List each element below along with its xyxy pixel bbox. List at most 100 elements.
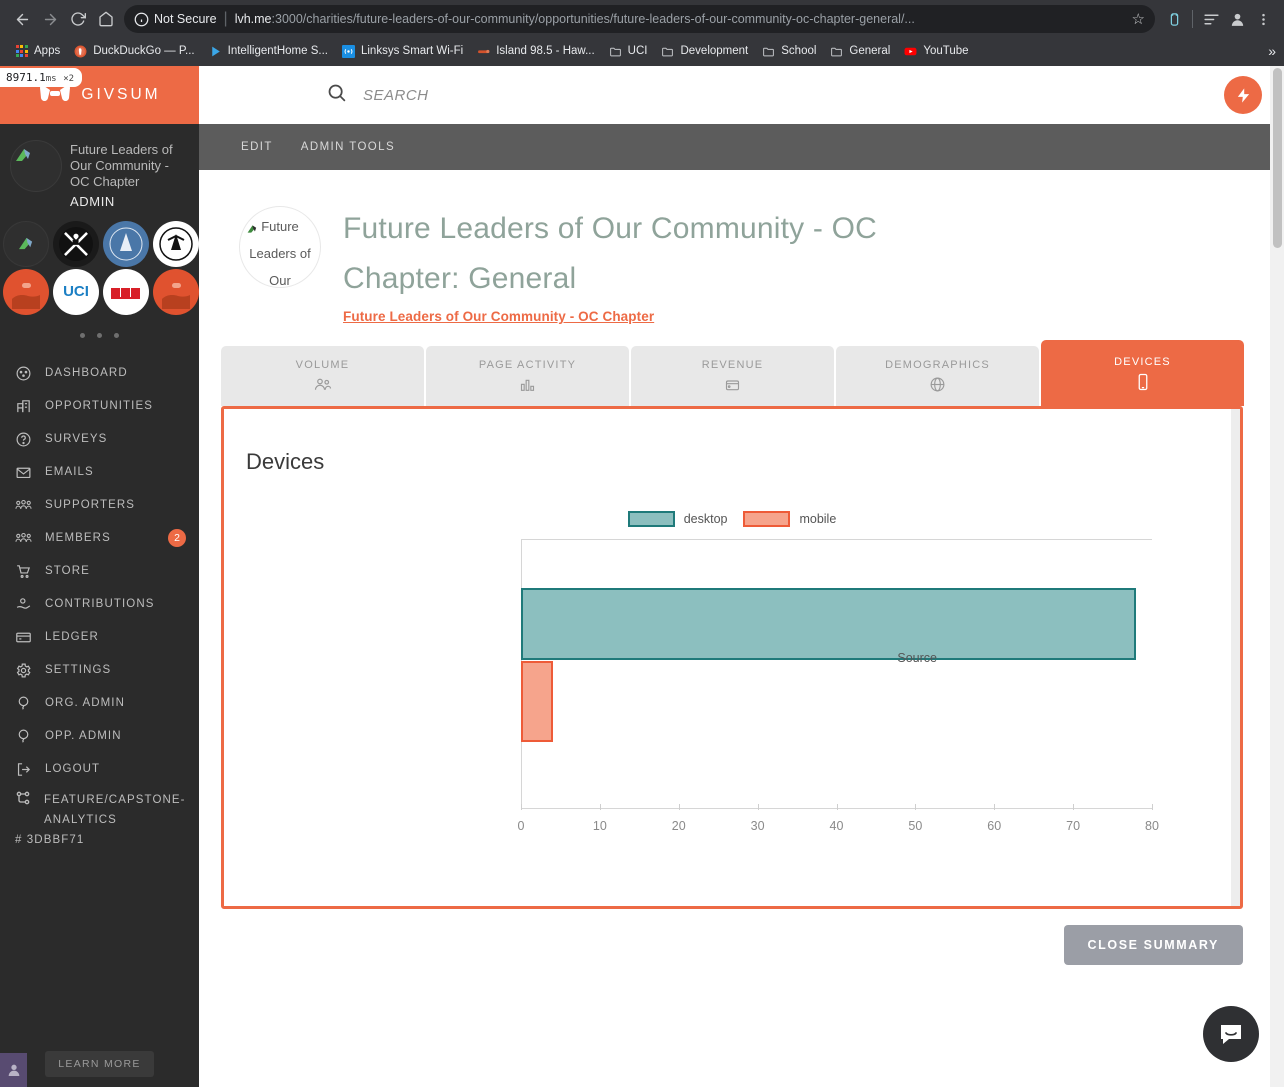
home-icon[interactable] xyxy=(92,5,120,33)
bookmark-item[interactable]: DuckDuckGo — P... xyxy=(67,40,201,62)
tab-page-activity[interactable]: PAGE ACTIVITY xyxy=(426,346,629,406)
close-summary-button[interactable]: CLOSE SUMMARY xyxy=(1063,925,1243,965)
tab-volume[interactable]: VOLUME xyxy=(221,346,424,406)
x-axis-tick-label: 70 xyxy=(1066,819,1081,833)
x-axis-tick-label: 60 xyxy=(987,819,1002,833)
sidebar-nav: DASHBOARD OPPORTUNITIES SURVEYS EMAILS SUPPO… xyxy=(0,355,199,786)
chip-uci[interactable]: UCI xyxy=(53,268,99,315)
reading-list-icon[interactable] xyxy=(1198,6,1224,32)
chip-white-seal[interactable] xyxy=(153,220,199,267)
bookmark-item[interactable]: Island 98.5 - Haw... xyxy=(470,40,601,62)
bar-mobile[interactable] xyxy=(521,660,553,742)
bookmark-item[interactable]: Development xyxy=(654,40,755,62)
lightning-bolt-icon[interactable] xyxy=(1224,76,1262,114)
sidebar-item-label: MEMBERS xyxy=(45,532,111,545)
bookmark-item[interactable]: School xyxy=(755,40,823,62)
sidebar-item-members[interactable]: MEMBERS 2 xyxy=(0,522,199,555)
sidebar-item-emails[interactable]: EMAILS xyxy=(0,456,199,489)
perf-time: 8971.1 xyxy=(6,71,46,84)
bar-desktop[interactable] xyxy=(521,587,1137,661)
bookmark-item[interactable]: YouTube xyxy=(897,40,975,62)
bookmark-item[interactable]: Apps xyxy=(8,40,67,62)
legend-swatch xyxy=(627,511,675,527)
bookmarks-bar: Apps DuckDuckGo — P... IntelligentHome S..… xyxy=(0,38,1284,64)
sidebar-item-logout[interactable]: LOGOUT xyxy=(0,753,199,786)
bookmark-label: YouTube xyxy=(923,45,969,57)
panel-scrollbar[interactable] xyxy=(1231,409,1240,906)
forward-arrow-icon[interactable] xyxy=(36,5,64,33)
sidebar-item-label: SURVEYS xyxy=(45,433,108,446)
chip-orange-hand-2[interactable] xyxy=(153,268,199,315)
url-host: lvh.me xyxy=(234,12,272,26)
chip-red-banner[interactable] xyxy=(103,268,149,315)
profile-icon[interactable] xyxy=(1224,6,1250,32)
reload-icon[interactable] xyxy=(64,5,92,33)
envelope-icon xyxy=(15,464,32,481)
browser-chrome: Not Secure | lvh.me :3000/charities/futu… xyxy=(0,0,1284,66)
sidebar-item-opportunities[interactable]: OPPORTUNITIES xyxy=(0,390,199,423)
sidebar-item-settings[interactable]: SETTINGS xyxy=(0,654,199,687)
git-branch-icon xyxy=(15,790,31,813)
devices-chart: desktop mobile 0 10 20 30 40 50 60 70 80 Source xyxy=(224,475,1240,906)
edit-link[interactable]: EDIT xyxy=(241,141,273,153)
sidebar-item-ledger[interactable]: LEDGER xyxy=(0,621,199,654)
admin-toolbar: EDIT ADMIN TOOLS xyxy=(199,124,1284,170)
search-input[interactable] xyxy=(363,86,743,104)
bookmarks-overflow-button[interactable]: » xyxy=(1268,43,1276,59)
sidebar-item-dashboard[interactable]: DASHBOARD xyxy=(0,357,199,390)
sidebar-item-supporters[interactable]: SUPPORTERS xyxy=(0,489,199,522)
info-circle-icon xyxy=(134,12,149,27)
chat-bubble-icon[interactable] xyxy=(1203,1006,1259,1062)
legend-item-desktop[interactable]: desktop xyxy=(627,511,727,527)
extension-icon[interactable] xyxy=(1161,6,1187,32)
sidebar-item-opp-admin[interactable]: OPP. ADMIN xyxy=(0,720,199,753)
page-scrollbar[interactable] xyxy=(1270,66,1284,1087)
mobile-device-icon xyxy=(1136,373,1150,390)
url-path: :3000/charities/future-leaders-of-our-co… xyxy=(271,12,915,26)
sidebar-item-org-admin[interactable]: ORG. ADMIN xyxy=(0,687,199,720)
bookmark-item[interactable]: IntelligentHome S... xyxy=(202,40,335,62)
pagination-dot[interactable] xyxy=(97,332,102,338)
kebab-menu-icon[interactable] xyxy=(1250,6,1276,32)
chip-black-cross[interactable] xyxy=(53,220,99,267)
chip-orange-hand[interactable] xyxy=(3,268,49,315)
address-bar[interactable]: Not Secure | lvh.me :3000/charities/futu… xyxy=(124,5,1155,33)
chip-blue-seal[interactable] xyxy=(103,220,149,267)
tab-devices[interactable]: DEVICES xyxy=(1041,340,1244,406)
current-org-block[interactable]: Future Leaders of Our Community - OC Cha… xyxy=(0,124,199,213)
parent-organization-link[interactable]: Future Leaders of Our Community - OC Cha… xyxy=(343,309,654,324)
bookmark-item[interactable]: Linksys Smart Wi-Fi xyxy=(335,40,470,62)
x-axis-tick xyxy=(678,804,680,810)
status-badge: 2 xyxy=(168,529,186,548)
x-axis-tick xyxy=(915,804,917,810)
tab-demographics[interactable]: DEMOGRAPHICS xyxy=(836,346,1039,406)
learn-more-button[interactable]: LEARN MORE xyxy=(45,1051,154,1077)
bookmark-item[interactable]: UCI xyxy=(602,40,655,62)
sidebar-item-contributions[interactable]: CONTRIBUTIONS xyxy=(0,588,199,621)
page-scrollbar-thumb[interactable] xyxy=(1273,68,1282,248)
bookmark-item[interactable]: General xyxy=(823,40,897,62)
sidebar-item-label: SETTINGS xyxy=(45,664,112,677)
org-pagination-dots[interactable] xyxy=(0,315,199,355)
chip-current-org[interactable] xyxy=(3,220,49,267)
back-arrow-icon[interactable] xyxy=(8,5,36,33)
bookmark-star-icon[interactable]: ☆ xyxy=(1132,10,1145,28)
opportunity-avatar-text: Future Leaders of Our xyxy=(249,219,311,288)
tab-revenue[interactable]: REVENUE xyxy=(631,346,834,406)
legend-label: mobile xyxy=(799,512,837,526)
pagination-dot[interactable] xyxy=(114,332,120,338)
sidebar-item-label: DASHBOARD xyxy=(45,367,128,380)
user-avatar-corner[interactable] xyxy=(0,1053,27,1087)
sidebar: GIVSUM 8971.1ms ×2 Future Leaders of Our… xyxy=(0,66,199,1087)
sidebar-item-store[interactable]: STORE xyxy=(0,555,199,588)
analytics-tabs: VOLUME PAGE ACTIVITY REVENUE DEMOGRAPHICS DE… xyxy=(221,340,1244,406)
security-status-label: Not Secure xyxy=(154,12,217,26)
pagination-dot[interactable] xyxy=(79,332,85,338)
globe-icon xyxy=(929,376,946,393)
sidebar-item-surveys[interactable]: SURVEYS xyxy=(0,423,199,456)
sidebar-item-label: EMAILS xyxy=(45,466,94,479)
admin-tools-link[interactable]: ADMIN TOOLS xyxy=(301,141,395,153)
org-avatar[interactable] xyxy=(10,140,62,192)
search-icon[interactable] xyxy=(326,82,347,108)
legend-item-mobile[interactable]: mobile xyxy=(743,511,836,527)
